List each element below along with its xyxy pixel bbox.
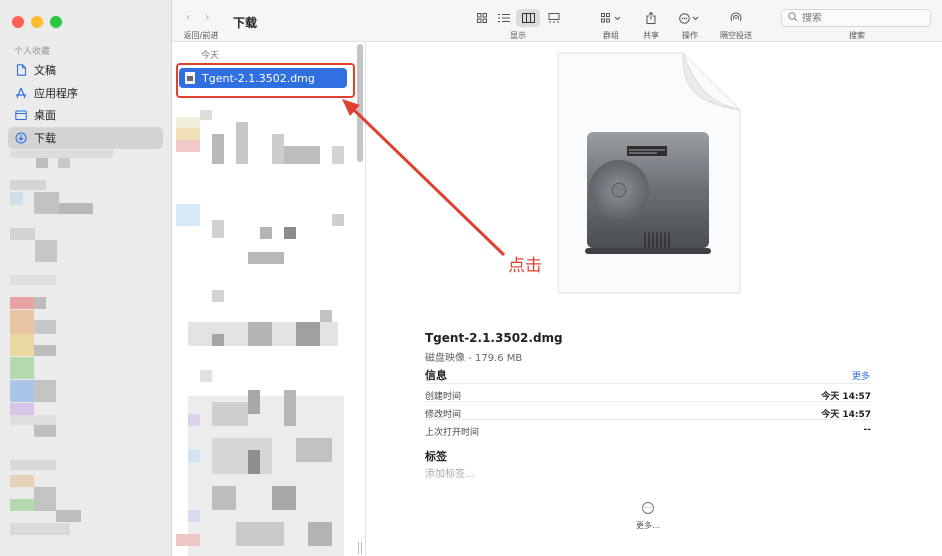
annotation-label: 点击 xyxy=(508,256,542,276)
finder-window: 个人收藏 文稿 应用程序 桌面 下载 ‹ › 下载 返回/前进 显示 群组 共享… xyxy=(0,0,942,556)
annotation-arrow xyxy=(342,99,506,257)
